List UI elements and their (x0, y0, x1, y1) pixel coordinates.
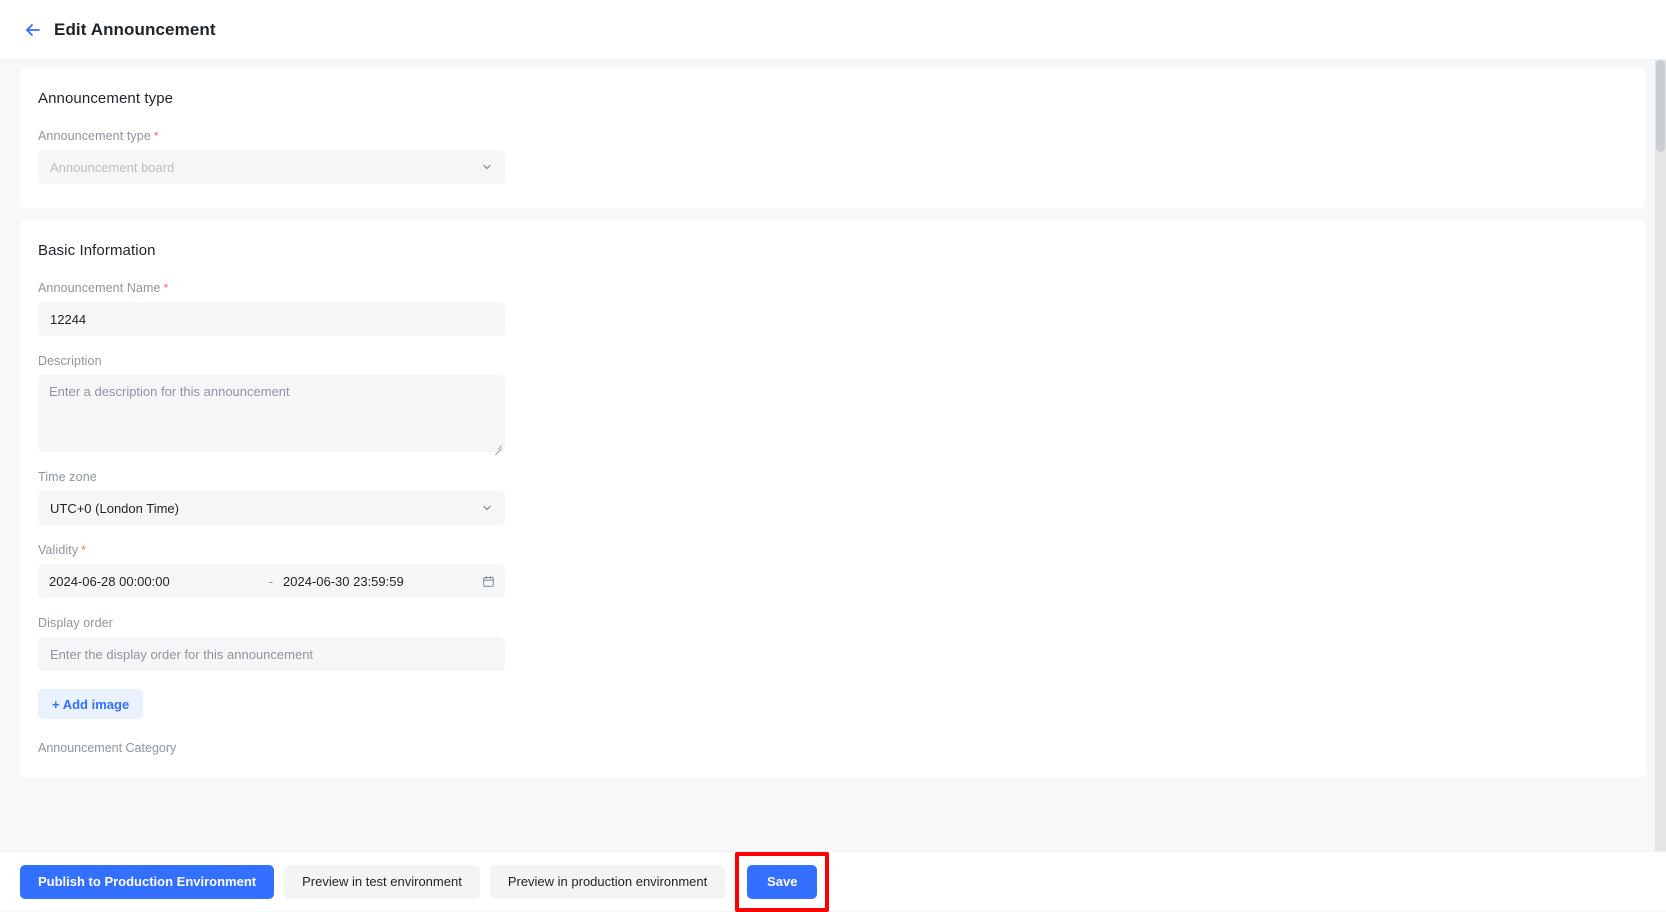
required-marker: * (164, 281, 169, 295)
announcement-type-card: Announcement type Announcement type* Ann… (20, 68, 1646, 208)
description-placeholder: Enter a description for this announcemen… (49, 384, 290, 399)
timezone-select[interactable]: UTC+0 (London Time) (38, 491, 505, 525)
preview-test-environment-button[interactable]: Preview in test environment (284, 865, 480, 899)
announcement-name-input[interactable]: 12244 (38, 302, 505, 336)
publish-to-production-button[interactable]: Publish to Production Environment (20, 865, 274, 899)
announcement-type-select[interactable]: Announcement board (38, 150, 505, 184)
announcement-type-section-title: Announcement type (38, 90, 1628, 107)
display-order-placeholder: Enter the display order for this announc… (50, 647, 494, 662)
announcement-type-label-text: Announcement type (38, 129, 151, 143)
chevron-down-icon (480, 501, 494, 515)
action-footer: Publish to Production Environment Previe… (0, 851, 1666, 911)
add-image-button[interactable]: + Add image (38, 689, 143, 719)
timezone-field: Time zone UTC+0 (London Time) (38, 470, 1628, 525)
validity-label-text: Validity (38, 543, 78, 557)
preview-production-environment-button[interactable]: Preview in production environment (490, 865, 725, 899)
textarea-resize-handle[interactable] (492, 439, 503, 450)
display-order-input[interactable]: Enter the display order for this announc… (38, 637, 505, 671)
validity-end-date[interactable]: 2024-06-30 23:59:59 (283, 574, 481, 589)
save-button[interactable]: Save (747, 865, 817, 899)
validity-label: Validity* (38, 543, 1628, 557)
form-scroll-area: Announcement type Announcement type* Ann… (0, 60, 1666, 851)
validity-start-date[interactable]: 2024-06-28 00:00:00 (49, 574, 259, 589)
app-header: Edit Announcement (0, 0, 1666, 60)
display-order-label: Display order (38, 616, 1628, 630)
description-field: Description Enter a description for this… (38, 354, 1628, 452)
date-range-separator: - (259, 574, 283, 589)
announcement-type-field: Announcement type* Announcement board (38, 129, 1628, 184)
announcement-type-label: Announcement type* (38, 129, 1628, 143)
vertical-scrollbar[interactable] (1655, 60, 1666, 851)
basic-information-section-title: Basic Information (38, 242, 1628, 259)
timezone-label: Time zone (38, 470, 1628, 484)
required-marker: * (81, 543, 86, 557)
chevron-down-icon (480, 160, 494, 174)
calendar-icon (481, 574, 495, 588)
scrollbar-thumb[interactable] (1656, 60, 1665, 152)
validity-field: Validity* 2024-06-28 00:00:00 - 2024-06-… (38, 543, 1628, 598)
basic-information-card: Basic Information Announcement Name* 122… (20, 220, 1646, 777)
announcement-name-value: 12244 (50, 312, 494, 327)
announcement-name-label-text: Announcement Name (38, 281, 161, 295)
announcement-name-label: Announcement Name* (38, 281, 1628, 295)
required-marker: * (154, 129, 159, 143)
validity-date-range-picker[interactable]: 2024-06-28 00:00:00 - 2024-06-30 23:59:5… (38, 564, 505, 598)
announcement-type-value: Announcement board (50, 160, 480, 175)
announcement-category-label: Announcement Category (38, 741, 1628, 755)
timezone-value: UTC+0 (London Time) (50, 501, 480, 516)
save-button-wrapper: Save (747, 865, 817, 899)
display-order-field: Display order Enter the display order fo… (38, 616, 1628, 671)
announcement-name-field: Announcement Name* 12244 (38, 281, 1628, 336)
description-label: Description (38, 354, 1628, 368)
back-arrow-icon[interactable] (20, 17, 46, 43)
description-textarea[interactable]: Enter a description for this announcemen… (38, 375, 505, 452)
page-title: Edit Announcement (54, 20, 216, 40)
